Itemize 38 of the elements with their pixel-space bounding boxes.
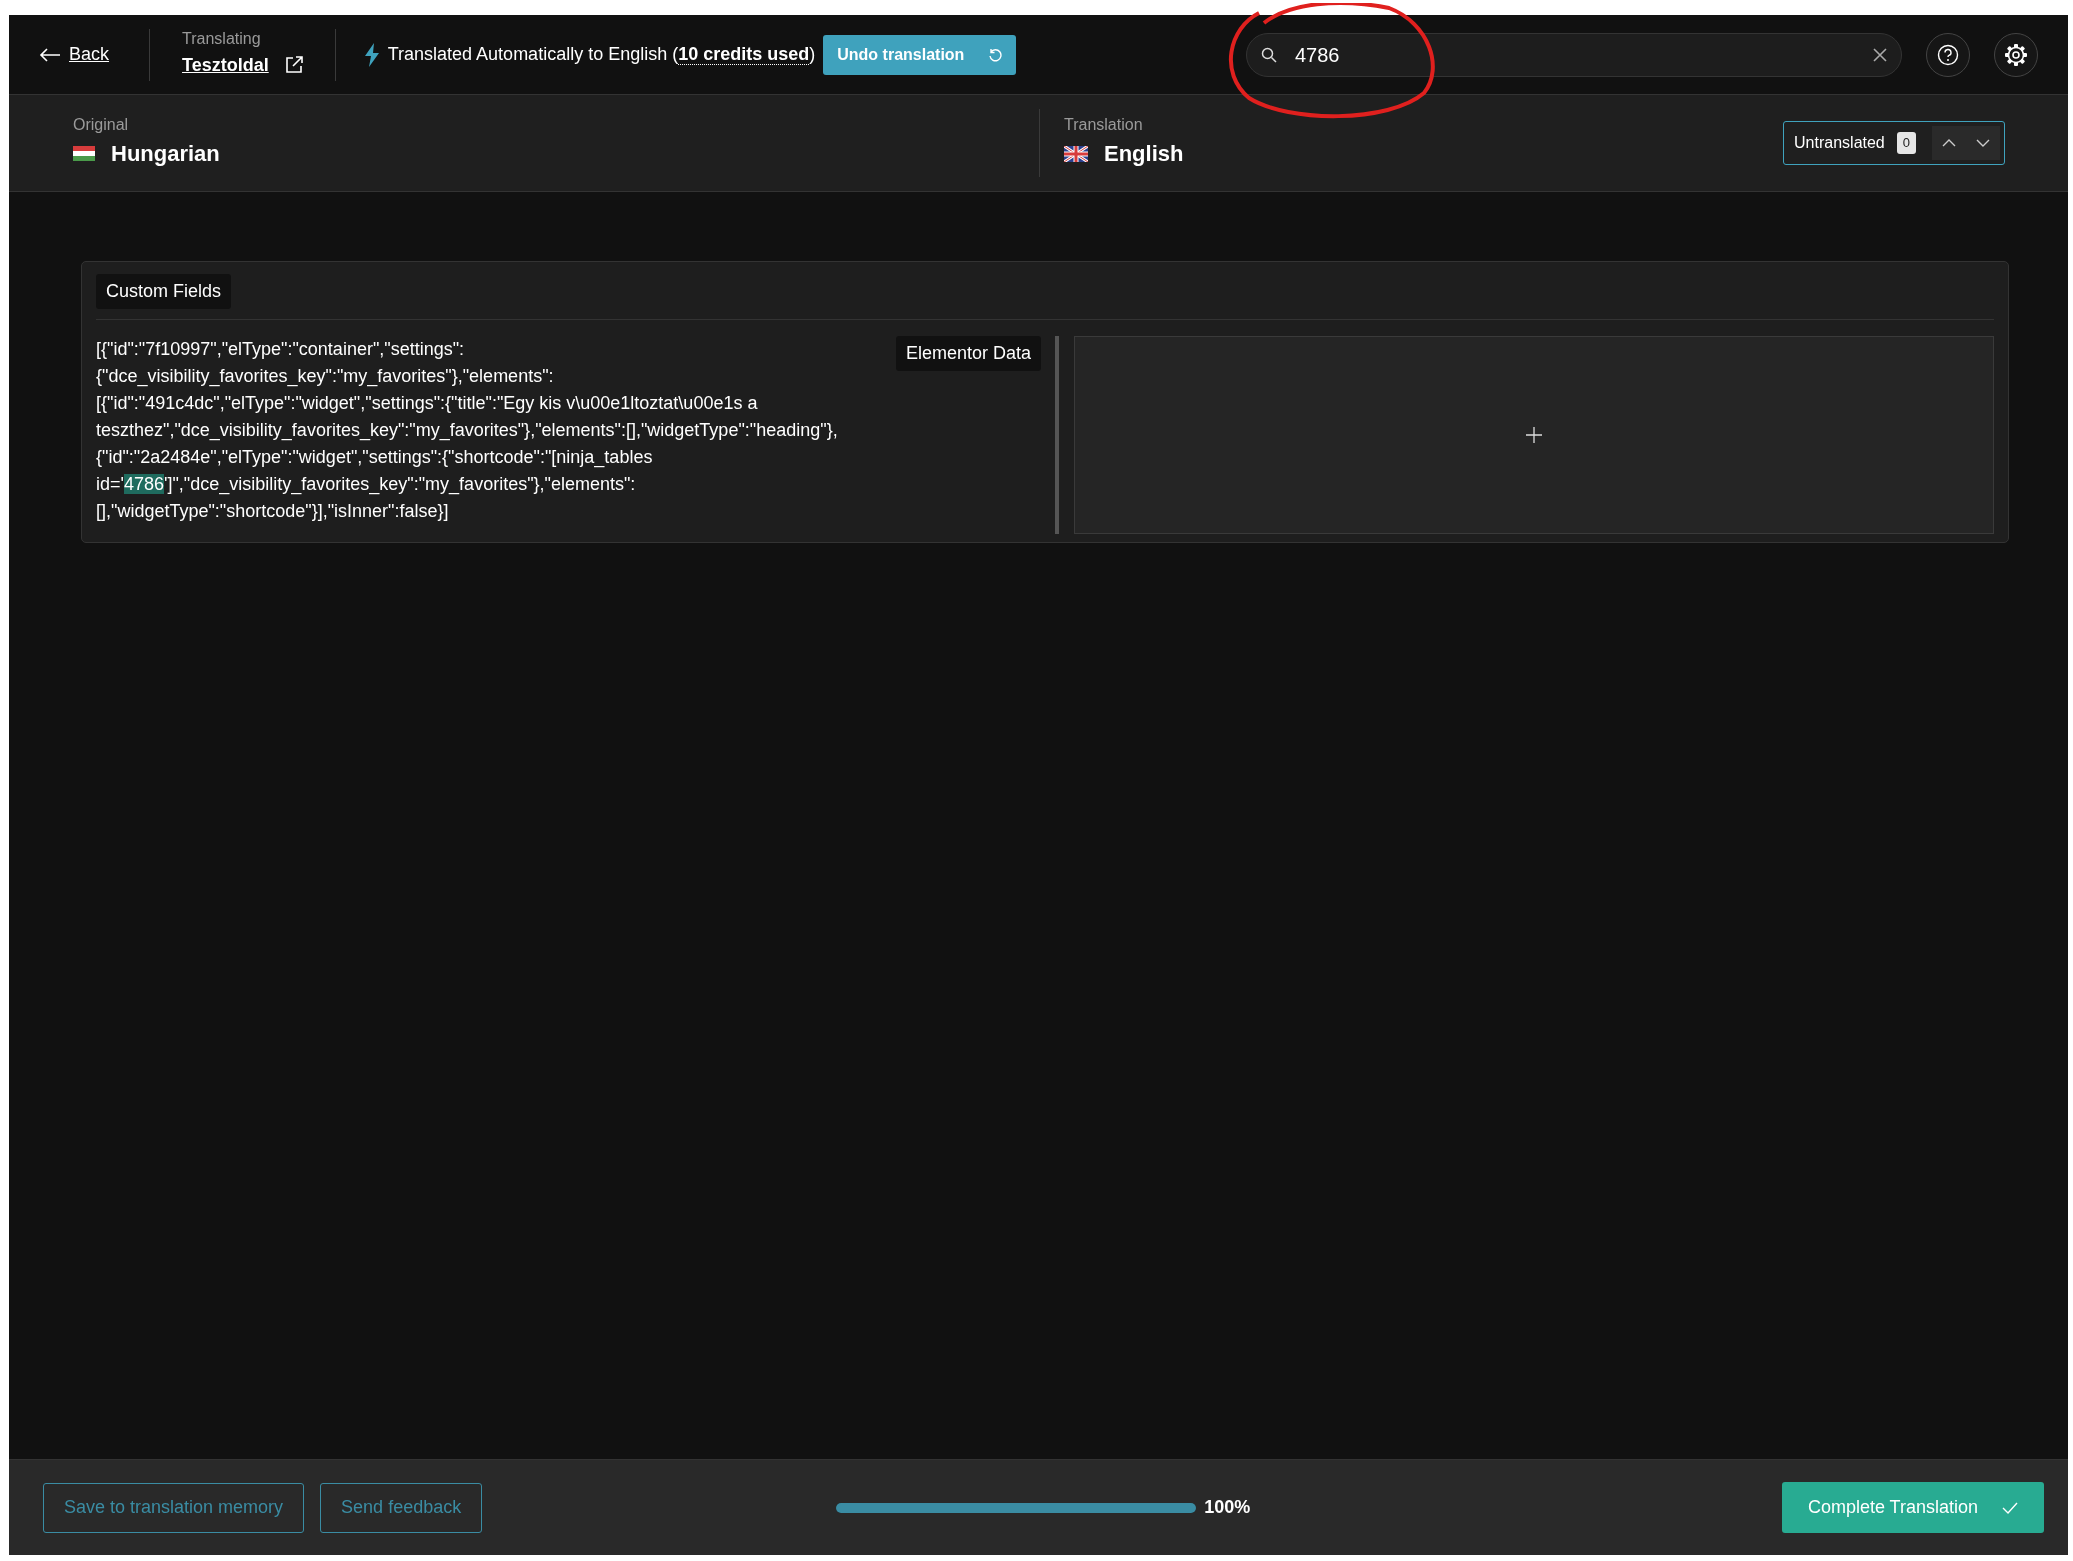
feedback-button[interactable]: Send feedback	[320, 1482, 483, 1533]
help-button[interactable]	[1926, 32, 1970, 77]
field-label: Elementor Data	[895, 336, 1041, 371]
search-icon	[1261, 46, 1277, 63]
status-text: Translated Automatically to English (10 credits used)	[387, 43, 816, 67]
settings-button[interactable]	[1994, 32, 2038, 77]
progress-percent: 100%	[1204, 1496, 1251, 1519]
chevron-down-icon	[1976, 139, 1990, 147]
lightning-icon	[363, 42, 380, 67]
original-label: Original	[73, 115, 130, 134]
question-icon	[1937, 43, 1959, 66]
untranslated-label: Untranslated	[1794, 133, 1885, 153]
previous-button[interactable]	[1932, 126, 1966, 160]
search-input[interactable]: 4786	[1293, 38, 1857, 71]
translating-label: Translating	[182, 30, 262, 48]
external-link-icon[interactable]	[284, 56, 303, 75]
settings-icon	[2004, 42, 2028, 67]
flag-icon	[73, 146, 95, 162]
search-bar[interactable]: 4786	[1246, 32, 1902, 77]
back-link[interactable]: Back	[39, 41, 110, 68]
arrow-left-icon	[39, 47, 61, 62]
translation-label: Translation	[1064, 115, 1144, 134]
translation-input[interactable]	[1074, 336, 1994, 534]
language-name: English	[1104, 140, 1184, 169]
untranslated-filter[interactable]: Untranslated 0	[1783, 121, 2005, 165]
source-text: [{"id":"7f10997","elType":"container","settings":{"dce_visibility_favorites_key":"my_favorites"},"elements":[{"id":"491c4dc","elType":"widget","settings":{"title":"Egy kis v\u00e1ltoztat\u00e1s a teszthez","dce_visibility_favorites_key":"my_favorites"},"elements":[],"widgetType":"heading"},{"id":"2a2484e","elType":"widget","settings":{"shortcode":"[ninja_tables id='4786']","dce_visibility_favorites_key":"my_favorites"},"elements":[],"widgetType":"shortcode"}],"isInner":false}]	[96, 338, 839, 523]
check-icon	[2002, 1501, 2018, 1514]
next-button[interactable]	[1966, 126, 2000, 160]
language-name: Hungarian	[111, 140, 220, 169]
save-memory-button[interactable]: Save to translation memory	[43, 1482, 305, 1533]
count-badge: 0	[1896, 132, 1916, 154]
page-link[interactable]: Tesztoldal	[182, 51, 269, 79]
section-title: Custom Fields	[96, 274, 232, 309]
close-icon[interactable]	[1873, 47, 1887, 62]
undo-icon	[988, 47, 1003, 62]
chevron-up-icon	[1942, 139, 1956, 147]
flag-icon	[1064, 145, 1088, 162]
plus-icon	[1526, 427, 1542, 443]
